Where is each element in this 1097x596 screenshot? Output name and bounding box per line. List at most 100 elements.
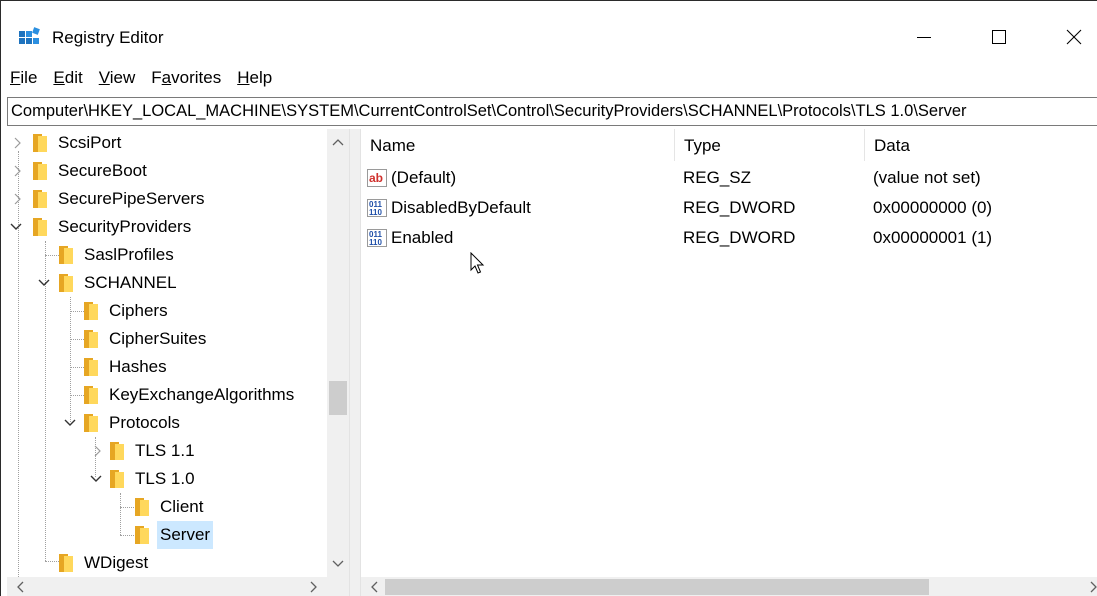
value-name-cell: ab (Default) [361,168,683,188]
chevron-down-icon [10,223,22,230]
list-scroll-thumb[interactable] [385,579,929,595]
expand-toggle[interactable] [11,164,25,178]
menu-edit-label: dit [64,68,83,87]
value-row[interactable]: ab (Default) REG_SZ (value not set) [361,163,1097,193]
tree-guide-line [70,395,84,396]
menu-help-label: elp [249,68,273,87]
menu-file-label: ile [20,68,38,87]
tree-horizontal-scrollbar[interactable] [7,577,327,596]
tree-item-client[interactable]: Client [135,493,206,521]
minimize-icon [917,37,931,38]
tree-item-secureboot[interactable]: SecureBoot [33,157,150,185]
tree-item-label: SaslProfiles [84,245,174,264]
value-name-cell: 011 110 DisabledByDefault [361,198,683,218]
tree-item-tls-1-0[interactable]: TLS 1.0 [110,465,198,493]
column-header-type[interactable]: Type [675,129,865,161]
scroll-down-button[interactable] [327,553,349,575]
tree-item-schannel[interactable]: SCHANNEL [59,269,180,297]
close-button[interactable] [1051,19,1097,55]
mouse-pointer-icon [470,252,485,274]
title-bar[interactable]: Registry Editor [1,1,1097,63]
tree-vertical-scrollbar[interactable] [327,129,349,577]
scrollbar-corner [327,577,349,596]
menu-favorites[interactable]: Favorites [143,65,229,91]
folder-icon [33,190,47,208]
binary-value-icon: 011 110 [367,199,387,217]
tree-item-wdigest[interactable]: WDigest [59,549,151,577]
collapse-toggle[interactable] [89,472,103,486]
registry-editor-app-icon [19,27,40,44]
pane-splitter[interactable] [349,129,361,596]
tree-item-label: CipherSuites [109,329,207,348]
expand-toggle[interactable] [11,192,25,206]
tree-item-label: Hashes [109,357,167,376]
scroll-up-button[interactable] [327,131,349,153]
list-header: Name Type Data [361,129,1097,161]
scroll-left-button[interactable] [9,577,31,596]
menu-edit[interactable]: Edit [45,65,90,91]
minimize-button[interactable] [901,19,947,55]
expand-toggle[interactable] [91,444,105,458]
tree-guide-line [70,297,71,422]
collapse-toggle[interactable] [9,220,23,234]
tree-item-label: TLS 1.1 [135,441,195,460]
list-horizontal-scrollbar[interactable] [361,577,1097,596]
tree-item-hashes[interactable]: Hashes [84,353,170,381]
value-name: (Default) [391,168,457,187]
chevron-right-icon [14,165,21,177]
maximize-button[interactable] [976,19,1022,55]
expand-toggle[interactable] [11,136,25,150]
menu-file[interactable]: File [1,65,45,91]
chevron-right-icon [14,193,21,205]
folder-icon [59,246,73,264]
menu-favorites-prefix: F [151,68,162,87]
tree-item-tls-1-1[interactable]: TLS 1.1 [110,437,198,465]
tree-item-scsiport[interactable]: ScsiPort [33,129,124,157]
tree-item-label: SecurityProviders [58,217,192,236]
tree-item-label: KeyExchangeAlgorithms [109,385,295,404]
folder-icon [135,498,149,516]
folder-icon [33,218,47,236]
tree-item-protocols[interactable]: Protocols [84,409,183,437]
chevron-right-icon [310,581,317,593]
scroll-right-button[interactable] [303,577,325,596]
folder-icon [110,470,124,488]
folder-icon [33,134,47,152]
tree-item-ciphers[interactable]: Ciphers [84,297,171,325]
menu-bar: File Edit View Favorites Help [1,65,1097,91]
scroll-right-button[interactable] [1083,577,1097,596]
chevron-right-icon [14,137,21,149]
tree-item-keyexchangealgorithms[interactable]: KeyExchangeAlgorithms [84,381,297,409]
tree-item-label: Ciphers [109,301,168,320]
menu-help[interactable]: Help [229,65,280,91]
tree-item-securityproviders[interactable]: SecurityProviders [33,213,194,241]
tree-item-label: SecurePipeServers [58,189,205,208]
values-list-pane[interactable]: Name Type Data ab (Default) REG_SZ (valu… [361,129,1097,596]
collapse-toggle[interactable] [63,416,77,430]
column-header-data[interactable]: Data [865,129,1097,161]
tree-guide-line [70,367,84,368]
address-bar[interactable]: Computer\HKEY_LOCAL_MACHINE\SYSTEM\Curre… [7,97,1097,126]
tree-item-label: ScsiPort [58,133,122,152]
scroll-left-button[interactable] [363,577,385,596]
tree-item-saslprofiles[interactable]: SaslProfiles [59,241,177,269]
tree-item-server[interactable]: Server [135,521,214,549]
chevron-down-icon [332,560,344,567]
value-row[interactable]: 011 110 DisabledByDefault REG_DWORD 0x00… [361,193,1097,223]
menu-view[interactable]: View [91,65,144,91]
menu-favorites-mnemonic: a [161,68,172,87]
key-tree-pane[interactable]: ScsiPort SecureBoot SecurePipeServers Se… [7,129,349,596]
tree-item-securepipeservers[interactable]: SecurePipeServers [33,185,207,213]
tree-guide-line [70,311,84,312]
column-header-name[interactable]: Name [361,129,675,161]
tree-scroll-thumb[interactable] [329,381,347,415]
collapse-toggle[interactable] [37,276,51,290]
tree-item-label: Protocols [109,413,180,432]
binary-value-icon: 011 110 [367,229,387,247]
tree-item-ciphersuites[interactable]: CipherSuites [84,325,209,353]
tree-guide-line [120,535,134,536]
close-icon [1066,29,1082,45]
svg-text:ab: ab [369,171,383,185]
tree-item-label-selected: Server [157,521,214,549]
value-row[interactable]: 011 110 Enabled REG_DWORD 0x00000001 (1) [361,223,1097,253]
